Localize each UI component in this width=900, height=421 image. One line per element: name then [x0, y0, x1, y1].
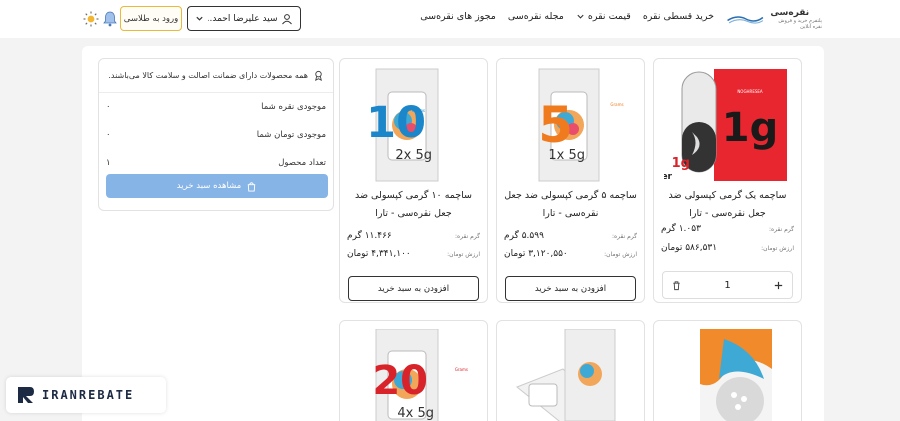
toman-balance-value: ۰: [106, 130, 111, 140]
product-card: 20 Grams 4x 5g: [339, 320, 488, 421]
product-title[interactable]: ساچمه ۱۰ گرمی کپسولی ضد جعل نقره‌سی - تا…: [346, 187, 481, 223]
product-image[interactable]: 5 Grams 1x 5g: [507, 67, 636, 185]
iranrebate-logo-icon: [18, 387, 34, 403]
quantity-value: 1: [724, 279, 731, 291]
toman-value: ۳,۱۲۰,۵۵۰ تومان: [504, 249, 568, 259]
product-card: NOGHRESEA 1g 1g Silver ساچمه یک گرمی کپس…: [653, 58, 802, 303]
product-title[interactable]: ساچمه ۵ گرمی کپسولی ضد جعل نقره‌سی - تار…: [503, 187, 638, 223]
product-count-value: ۱: [106, 158, 111, 168]
award-icon: [315, 70, 322, 81]
silver-weight-label: گرم نقره:: [455, 232, 480, 240]
product-card: 5 Grams 1x 5g ساچمه ۵ گرمی کپسولی ضد جعل…: [496, 58, 645, 303]
toman-value: ۵۸۶,۵۳۱ تومان: [661, 243, 718, 253]
guarantee-text: همه محصولات دارای ضمانت اصالت و سلامت کا…: [108, 71, 308, 80]
silver-weight-value: ۱.۰۵۳ گرم: [661, 224, 701, 234]
add-to-cart-button[interactable]: افزودن به سبد خرید: [348, 276, 479, 301]
svg-text:Silver: Silver: [664, 172, 673, 182]
user-account-dropdown[interactable]: سید علیرضا احمد...: [187, 6, 301, 31]
toman-balance-label: موجودی تومان شما: [256, 130, 326, 140]
bell-icon[interactable]: [101, 10, 119, 28]
svg-text:1x 5g: 1x 5g: [548, 148, 585, 163]
toman-balance-row: موجودی تومان شما ۰: [99, 121, 333, 149]
product-count-label: تعداد محصول: [278, 158, 326, 168]
product-card: [653, 320, 802, 421]
gold-login-button[interactable]: ورود به طلاسی: [120, 6, 182, 31]
shopping-bag-icon: [248, 181, 256, 192]
cart-summary-card: همه محصولات دارای ضمانت اصالت و سلامت کا…: [98, 58, 334, 211]
user-name: سید علیرضا احمد...: [207, 13, 278, 24]
product-image[interactable]: [507, 328, 636, 421]
chevron-down-icon: [577, 14, 584, 19]
view-cart-button[interactable]: مشاهده سبد خرید: [106, 174, 328, 198]
silver-balance-value: ۰: [106, 102, 111, 112]
svg-text:2x 5g: 2x 5g: [395, 148, 432, 163]
view-cart-label: مشاهده سبد خرید: [176, 181, 242, 191]
nav-licenses[interactable]: مجوز های نقره‌سی: [420, 11, 496, 22]
svg-text:1g: 1g: [722, 105, 778, 151]
product-card: 10 Grams 2x 5g ساچمه ۱۰ گرمی کپسولی ضد ج…: [339, 58, 488, 303]
silver-weight-label: گرم نقره:: [769, 225, 794, 233]
logo-wave-icon: [727, 16, 764, 24]
toman-value-label: ارزش تومان:: [761, 244, 794, 252]
product-count-row: تعداد محصول ۱: [99, 149, 333, 177]
silver-weight-value: ۱۱.۴۶۶ گرم: [347, 231, 392, 241]
svg-text:Grams: Grams: [455, 367, 468, 372]
svg-text:5: 5: [538, 96, 573, 154]
plus-icon[interactable]: [773, 280, 784, 291]
nav-magazine[interactable]: مجله نقره‌سی: [508, 11, 564, 22]
guarantee-notice: همه محصولات دارای ضمانت اصالت و سلامت کا…: [99, 59, 333, 93]
trash-icon[interactable]: [671, 280, 682, 291]
main-nav: خرید قسطی نقره قیمت نقره مجله نقره‌سی مج…: [420, 11, 714, 22]
svg-text:NOGHRESEA: NOGHRESEA: [737, 89, 763, 94]
logo-title: نقره‌سی: [770, 8, 810, 18]
silver-weight-label: گرم نقره:: [612, 232, 637, 240]
nav-silver-price-label: قیمت نقره: [587, 11, 631, 22]
silver-balance-row: موجودی نقره شما ۰: [99, 93, 333, 121]
top-header: نقره‌سی پلتفرم خرید و فروش نقره آنلاین خ…: [0, 0, 900, 38]
toman-value-label: ارزش تومان:: [447, 250, 480, 258]
add-to-cart-button[interactable]: افزودن به سبد خرید: [505, 276, 636, 301]
site-logo[interactable]: نقره‌سی پلتفرم خرید و فروش نقره آنلاین: [726, 8, 822, 30]
svg-text:Grams: Grams: [412, 108, 425, 113]
svg-text:4x 5g: 4x 5g: [397, 406, 434, 421]
product-image[interactable]: 10 Grams 2x 5g: [350, 67, 479, 185]
product-image[interactable]: [664, 329, 793, 421]
toman-value: ۴,۳۴۱,۱۰۰ تومان: [347, 249, 411, 259]
product-title[interactable]: ساچمه یک گرمی کپسولی ضد جعل نقره‌سی - تا…: [660, 187, 795, 223]
product-card: [496, 320, 645, 421]
nav-silver-price[interactable]: قیمت نقره: [576, 11, 631, 22]
user-icon: [282, 13, 292, 24]
silver-balance-label: موجودی نقره شما: [261, 102, 326, 112]
product-image[interactable]: NOGHRESEA 1g 1g Silver: [654, 67, 793, 185]
sun-icon[interactable]: [82, 10, 100, 28]
logo-subtitle: پلتفرم خرید و فروش نقره آنلاین: [778, 18, 822, 30]
toman-value-label: ارزش تومان:: [604, 250, 637, 258]
svg-text:20: 20: [372, 358, 428, 404]
iranrebate-watermark: IRANREBATE: [6, 377, 166, 413]
svg-text:10: 10: [366, 98, 426, 148]
nav-installment-silver[interactable]: خرید قسطی نقره: [643, 11, 714, 22]
silver-weight-value: ۵.۵۹۹ گرم: [504, 231, 544, 241]
svg-text:1g: 1g: [672, 156, 690, 171]
quantity-stepper[interactable]: 1: [662, 271, 793, 299]
watermark-text: IRANREBATE: [42, 388, 135, 402]
chevron-down-icon: [196, 16, 203, 21]
product-image[interactable]: 20 Grams 4x 5g: [350, 328, 479, 421]
svg-text:Grams: Grams: [610, 102, 623, 107]
